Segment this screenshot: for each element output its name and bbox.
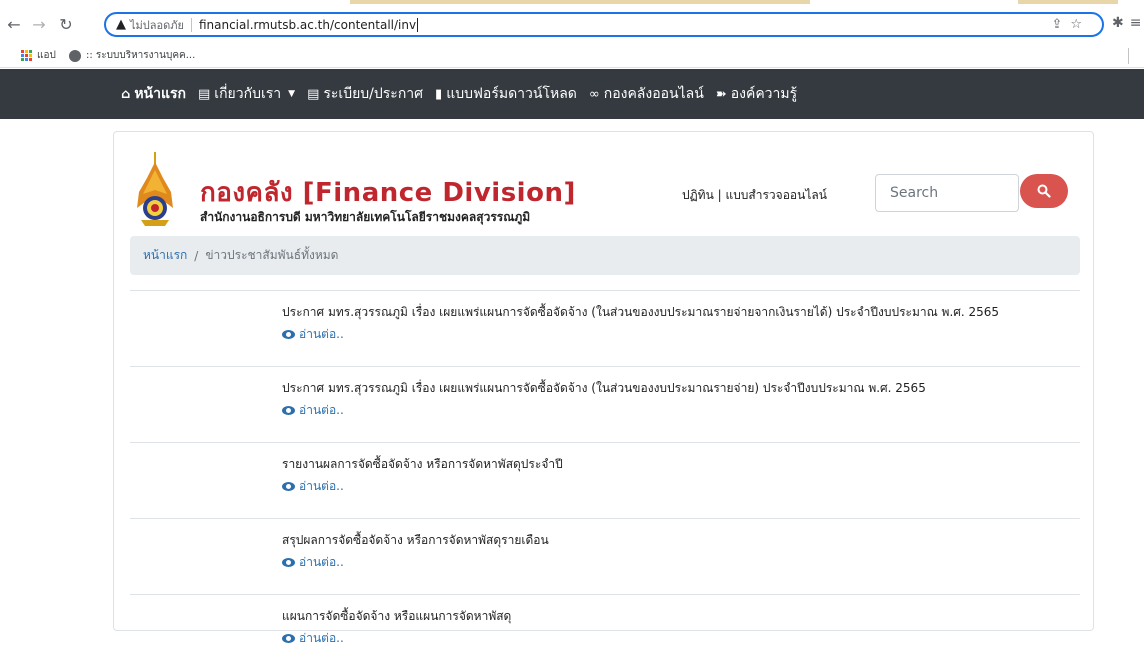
address-bar[interactable]: ▲ ไม่ปลอดภัย financial.rmutsb.ac.th/cont… [104,12,1104,37]
breadcrumb: หน้าแรก / ข่าวประชาสัมพันธ์ทั้งหมด [130,236,1080,275]
security-warning: ไม่ปลอดภัย [130,18,184,32]
nav-label: ระเบียบ/ประกาศ [323,86,424,102]
news-title[interactable]: สรุปผลการจัดซื้อจัดจ้าง หรือการจัดหาพัสด… [282,531,549,550]
info-icon: ▤ [198,86,211,102]
calendar-survey-links[interactable]: ปฏิทิน | แบบสำรวจออนไลน์ [682,186,827,205]
read-more-link[interactable]: อ่านต่อ.. [282,401,344,420]
breadcrumb-separator: / [194,248,199,263]
bookmark-label: แอป [37,50,56,61]
search-icon [1037,184,1051,198]
tab-strip-edge [1018,0,1118,4]
nav-label: กองคลังออนไลน์ [603,86,704,102]
read-more-label: อ่านต่อ.. [299,479,344,493]
news-item: รายงานผลการจัดซื้อจัดจ้าง หรือการจัดหาพั… [130,442,1080,518]
eye-icon [282,634,295,643]
bookmark-apps[interactable]: แอป [20,48,56,63]
bookmark-label: :: ระบบบริหารงานบุคค... [86,50,196,61]
puzzle-icon[interactable]: ✱ [1112,15,1130,31]
nav-label: องค์ความรู้ [730,86,798,102]
link-icon: ∞ [588,86,600,102]
breadcrumb-home[interactable]: หน้าแรก [143,246,187,265]
content-card: กองคลัง [Finance Division] สำนักงานอธิกา… [113,131,1094,645]
nav-knowledge[interactable]: ➽ องค์ความรู้ [716,83,797,105]
search-button[interactable] [1020,174,1068,208]
globe-icon [69,49,81,62]
news-item: ประกาศ มทร.สุวรรณภูมิ เรื่อง เผยแพร่แผนก… [130,366,1080,442]
read-more-label: อ่านต่อ.. [299,555,344,569]
read-more-link[interactable]: อ่านต่อ.. [282,325,344,344]
bookmarks-bar: แอป :: ระบบบริหารงานบุคค... [0,42,1144,68]
site-subtitle: สำนักงานอธิการบดี มหาวิทยาลัยเทคโนโลยีรา… [200,210,531,224]
news-item: แผนการจัดซื้อจัดจ้าง หรือแผนการจัดหาพัสด… [130,594,1080,670]
apps-grid-icon [20,50,32,62]
site-navbar: ⌂ หน้าแรก ▤ เกี่ยวกับเรา ▼ ▤ ระเบียบ/ประ… [0,69,1144,119]
site-title[interactable]: กองคลัง [Finance Division] [200,172,576,213]
reload-icon[interactable]: ↻ [56,15,76,35]
text-caret [417,17,419,32]
read-more-label: อ่านต่อ.. [299,327,344,341]
read-more-link[interactable]: อ่านต่อ.. [282,553,344,572]
knowledge-icon: ➽ [715,86,727,102]
document-icon: ▤ [307,86,320,102]
eye-icon [282,482,295,491]
nav-label: หน้าแรก [134,86,186,102]
nav-home[interactable]: ⌂ หน้าแรก [121,83,186,105]
share-icon[interactable]: ⇪ [1051,17,1070,32]
university-emblem[interactable] [133,152,177,228]
read-more-link[interactable]: อ่านต่อ.. [282,629,344,648]
news-item: สรุปผลการจัดซื้อจัดจ้าง หรือการจัดหาพัสด… [130,518,1080,594]
bookmark-hr-system[interactable]: :: ระบบบริหารงานบุคค... [69,48,195,63]
nav-about[interactable]: ▤ เกี่ยวกับเรา ▼ [198,83,295,105]
news-title[interactable]: รายงานผลการจัดซื้อจัดจ้าง หรือการจัดหาพั… [282,455,563,474]
tab-strip-edge [350,0,810,4]
url-text[interactable]: financial.rmutsb.ac.th/contentall/inv [199,18,416,32]
nav-online[interactable]: ∞ กองคลังออนไลน์ [589,83,704,105]
nav-label: แบบฟอร์มดาวน์โหลด [446,86,577,102]
read-more-label: อ่านต่อ.. [299,631,344,645]
search-input[interactable]: Search [875,174,1019,212]
read-more-link[interactable]: อ่านต่อ.. [282,477,344,496]
news-title[interactable]: ประกาศ มทร.สุวรรณภูมิ เรื่อง เผยแพร่แผนก… [282,379,926,398]
omnibox-actions: ⇪☆ [1051,17,1090,32]
extension-area: ✱≡ [1112,15,1144,31]
eye-icon [282,406,295,415]
url-divider [190,17,192,32]
read-more-label: อ่านต่อ.. [299,403,344,417]
breadcrumb-current: ข่าวประชาสัมพันธ์ทั้งหมด [205,248,339,262]
nav-label: เกี่ยวกับเรา [214,86,282,102]
news-list: ประกาศ มทร.สุวรรณภูมิ เรื่อง เผยแพร่แผนก… [130,290,1080,670]
chevron-down-icon: ▼ [288,89,296,99]
eye-icon [282,558,295,567]
file-icon: ▮ [435,86,443,102]
home-icon: ⌂ [121,86,131,102]
warning-icon: ▲ [116,17,126,32]
back-icon[interactable]: ← [4,15,24,35]
reading-list-icon[interactable]: ≡ [1130,15,1144,31]
star-icon[interactable]: ☆ [1070,17,1090,32]
news-title[interactable]: ประกาศ มทร.สุวรรณภูมิ เรื่อง เผยแพร่แผนก… [282,303,999,322]
nav-regulations[interactable]: ▤ ระเบียบ/ประกาศ [307,83,423,105]
bookmarks-divider [1128,48,1129,64]
eye-icon [282,330,295,339]
news-item: ประกาศ มทร.สุวรรณภูมิ เรื่อง เผยแพร่แผนก… [130,290,1080,366]
forward-icon[interactable]: → [29,15,49,35]
nav-forms[interactable]: ▮ แบบฟอร์มดาวน์โหลด [435,83,577,105]
browser-toolbar: ← → ↻ ▲ ไม่ปลอดภัย financial.rmutsb.ac.t… [0,0,1144,42]
